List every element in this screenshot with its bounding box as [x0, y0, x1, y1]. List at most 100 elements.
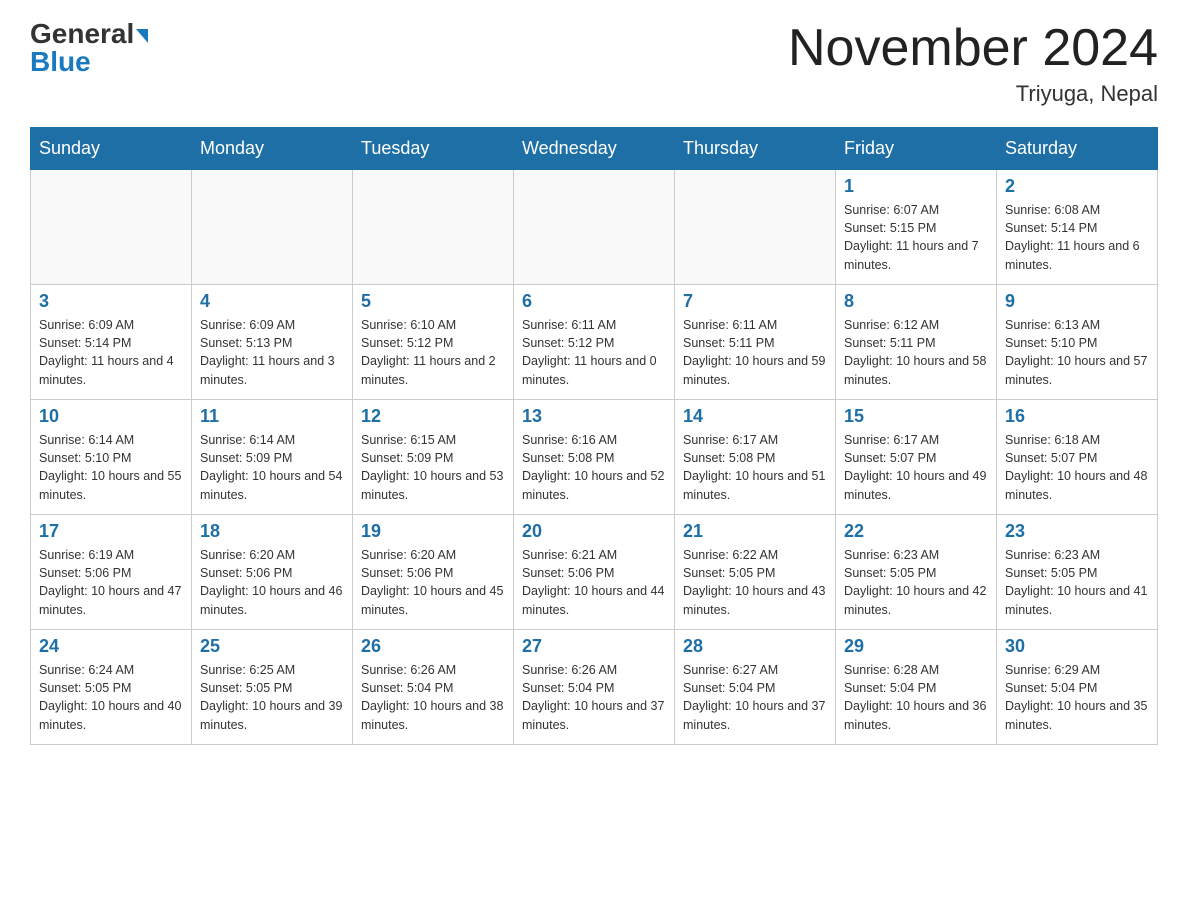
- day-info: Sunrise: 6:22 AM Sunset: 5:05 PM Dayligh…: [683, 546, 827, 619]
- day-number: 13: [522, 406, 666, 427]
- day-number: 9: [1005, 291, 1149, 312]
- calendar-week-row: 1Sunrise: 6:07 AM Sunset: 5:15 PM Daylig…: [31, 170, 1158, 285]
- day-info: Sunrise: 6:15 AM Sunset: 5:09 PM Dayligh…: [361, 431, 505, 504]
- calendar-cell: 14 Sunrise: 6:17 AM Sunset: 5:08 PM Dayli…: [675, 400, 836, 515]
- calendar-cell: 17 Sunrise: 6:19 AM Sunset: 5:06 PM Dayli…: [31, 515, 192, 630]
- day-info: Sunrise: 6:23 AM Sunset: 5:05 PM Dayligh…: [844, 546, 988, 619]
- day-info: Sunrise: 6:16 AM Sunset: 5:08 PM Dayligh…: [522, 431, 666, 504]
- day-info: Sunrise: 6:28 AM Sunset: 5:04 PM Dayligh…: [844, 661, 988, 734]
- calendar-cell: 22 Sunrise: 6:23 AM Sunset: 5:05 PM Dayli…: [836, 515, 997, 630]
- day-number: 22: [844, 521, 988, 542]
- day-info: Sunrise: 6:26 AM Sunset: 5:04 PM Dayligh…: [361, 661, 505, 734]
- day-info: Sunrise: 6:14 AM Sunset: 5:10 PM Dayligh…: [39, 431, 183, 504]
- day-info: Sunrise: 6:09 AM Sunset: 5:14 PM Dayligh…: [39, 316, 183, 389]
- calendar-cell: 30Sunrise: 6:29 AM Sunset: 5:04 PM Dayli…: [997, 630, 1158, 745]
- calendar-week-row: 10 Sunrise: 6:14 AM Sunset: 5:10 PM Dayli…: [31, 400, 1158, 515]
- calendar-cell: [192, 170, 353, 285]
- day-number: 1: [844, 176, 988, 197]
- weekday-header-wednesday: Wednesday: [514, 128, 675, 170]
- day-info: Sunrise: 6:23 AM Sunset: 5:05 PM Dayligh…: [1005, 546, 1149, 619]
- calendar-cell: 25 Sunrise: 6:25 AM Sunset: 5:05 PM Dayli…: [192, 630, 353, 745]
- day-info: Sunrise: 6:10 AM Sunset: 5:12 PM Dayligh…: [361, 316, 505, 389]
- day-number: 26: [361, 636, 505, 657]
- calendar-week-row: 3 Sunrise: 6:09 AM Sunset: 5:14 PM Daylig…: [31, 285, 1158, 400]
- day-number: 25: [200, 636, 344, 657]
- location-text: Triyuga, Nepal: [788, 81, 1158, 107]
- day-info: Sunrise: 6:25 AM Sunset: 5:05 PM Dayligh…: [200, 661, 344, 734]
- weekday-header-friday: Friday: [836, 128, 997, 170]
- weekday-header-thursday: Thursday: [675, 128, 836, 170]
- day-number: 14: [683, 406, 827, 427]
- calendar-cell: 23Sunrise: 6:23 AM Sunset: 5:05 PM Dayli…: [997, 515, 1158, 630]
- calendar-cell: 8 Sunrise: 6:12 AM Sunset: 5:11 PM Daylig…: [836, 285, 997, 400]
- day-number: 21: [683, 521, 827, 542]
- calendar-cell: 6 Sunrise: 6:11 AM Sunset: 5:12 PM Daylig…: [514, 285, 675, 400]
- calendar-cell: 16 Sunrise: 6:18 AM Sunset: 5:07 PM Dayli…: [997, 400, 1158, 515]
- calendar-cell: 7Sunrise: 6:11 AM Sunset: 5:11 PM Daylig…: [675, 285, 836, 400]
- weekday-header-tuesday: Tuesday: [353, 128, 514, 170]
- day-number: 16: [1005, 406, 1149, 427]
- day-info: Sunrise: 6:26 AM Sunset: 5:04 PM Dayligh…: [522, 661, 666, 734]
- day-info: Sunrise: 6:20 AM Sunset: 5:06 PM Dayligh…: [361, 546, 505, 619]
- day-number: 17: [39, 521, 183, 542]
- calendar-cell: 15 Sunrise: 6:17 AM Sunset: 5:07 PM Dayli…: [836, 400, 997, 515]
- day-info: Sunrise: 6:11 AM Sunset: 5:12 PM Dayligh…: [522, 316, 666, 389]
- calendar-cell: 27 Sunrise: 6:26 AM Sunset: 5:04 PM Dayli…: [514, 630, 675, 745]
- calendar-cell: 4 Sunrise: 6:09 AM Sunset: 5:13 PM Daylig…: [192, 285, 353, 400]
- day-info: Sunrise: 6:24 AM Sunset: 5:05 PM Dayligh…: [39, 661, 183, 734]
- calendar-cell: 19 Sunrise: 6:20 AM Sunset: 5:06 PM Dayli…: [353, 515, 514, 630]
- calendar-cell: 13 Sunrise: 6:16 AM Sunset: 5:08 PM Dayli…: [514, 400, 675, 515]
- day-info: Sunrise: 6:09 AM Sunset: 5:13 PM Dayligh…: [200, 316, 344, 389]
- calendar-cell: 5 Sunrise: 6:10 AM Sunset: 5:12 PM Daylig…: [353, 285, 514, 400]
- day-info: Sunrise: 6:12 AM Sunset: 5:11 PM Dayligh…: [844, 316, 988, 389]
- calendar-table: SundayMondayTuesdayWednesdayThursdayFrid…: [30, 127, 1158, 745]
- month-title: November 2024: [788, 20, 1158, 77]
- day-number: 5: [361, 291, 505, 312]
- day-number: 12: [361, 406, 505, 427]
- calendar-cell: 26 Sunrise: 6:26 AM Sunset: 5:04 PM Dayli…: [353, 630, 514, 745]
- day-info: Sunrise: 6:20 AM Sunset: 5:06 PM Dayligh…: [200, 546, 344, 619]
- calendar-header: SundayMondayTuesdayWednesdayThursdayFrid…: [31, 128, 1158, 170]
- calendar-cell: 24 Sunrise: 6:24 AM Sunset: 5:05 PM Dayli…: [31, 630, 192, 745]
- title-section: November 2024 Triyuga, Nepal: [788, 20, 1158, 107]
- day-info: Sunrise: 6:21 AM Sunset: 5:06 PM Dayligh…: [522, 546, 666, 619]
- day-number: 19: [361, 521, 505, 542]
- day-info: Sunrise: 6:17 AM Sunset: 5:07 PM Dayligh…: [844, 431, 988, 504]
- day-number: 29: [844, 636, 988, 657]
- calendar-cell: [353, 170, 514, 285]
- calendar-cell: [675, 170, 836, 285]
- calendar-cell: [31, 170, 192, 285]
- calendar-cell: 1Sunrise: 6:07 AM Sunset: 5:15 PM Daylig…: [836, 170, 997, 285]
- day-info: Sunrise: 6:19 AM Sunset: 5:06 PM Dayligh…: [39, 546, 183, 619]
- day-info: Sunrise: 6:17 AM Sunset: 5:08 PM Dayligh…: [683, 431, 827, 504]
- calendar-cell: 2 Sunrise: 6:08 AM Sunset: 5:14 PM Daylig…: [997, 170, 1158, 285]
- day-number: 24: [39, 636, 183, 657]
- calendar-body: 1Sunrise: 6:07 AM Sunset: 5:15 PM Daylig…: [31, 170, 1158, 745]
- day-info: Sunrise: 6:14 AM Sunset: 5:09 PM Dayligh…: [200, 431, 344, 504]
- day-number: 11: [200, 406, 344, 427]
- day-number: 27: [522, 636, 666, 657]
- day-number: 4: [200, 291, 344, 312]
- day-info: Sunrise: 6:13 AM Sunset: 5:10 PM Dayligh…: [1005, 316, 1149, 389]
- day-number: 18: [200, 521, 344, 542]
- day-number: 10: [39, 406, 183, 427]
- day-number: 8: [844, 291, 988, 312]
- calendar-cell: 18 Sunrise: 6:20 AM Sunset: 5:06 PM Dayli…: [192, 515, 353, 630]
- calendar-cell: 12 Sunrise: 6:15 AM Sunset: 5:09 PM Dayli…: [353, 400, 514, 515]
- calendar-week-row: 24 Sunrise: 6:24 AM Sunset: 5:05 PM Dayli…: [31, 630, 1158, 745]
- weekday-header-monday: Monday: [192, 128, 353, 170]
- calendar-cell: [514, 170, 675, 285]
- day-info: Sunrise: 6:08 AM Sunset: 5:14 PM Dayligh…: [1005, 201, 1149, 274]
- calendar-cell: 11 Sunrise: 6:14 AM Sunset: 5:09 PM Dayli…: [192, 400, 353, 515]
- day-number: 20: [522, 521, 666, 542]
- day-info: Sunrise: 6:18 AM Sunset: 5:07 PM Dayligh…: [1005, 431, 1149, 504]
- day-number: 3: [39, 291, 183, 312]
- day-number: 2: [1005, 176, 1149, 197]
- calendar-cell: 21 Sunrise: 6:22 AM Sunset: 5:05 PM Dayli…: [675, 515, 836, 630]
- day-number: 7: [683, 291, 827, 312]
- logo-blue-text: Blue: [30, 46, 91, 77]
- day-number: 6: [522, 291, 666, 312]
- logo: General Blue: [30, 20, 148, 76]
- weekday-header-sunday: Sunday: [31, 128, 192, 170]
- day-number: 15: [844, 406, 988, 427]
